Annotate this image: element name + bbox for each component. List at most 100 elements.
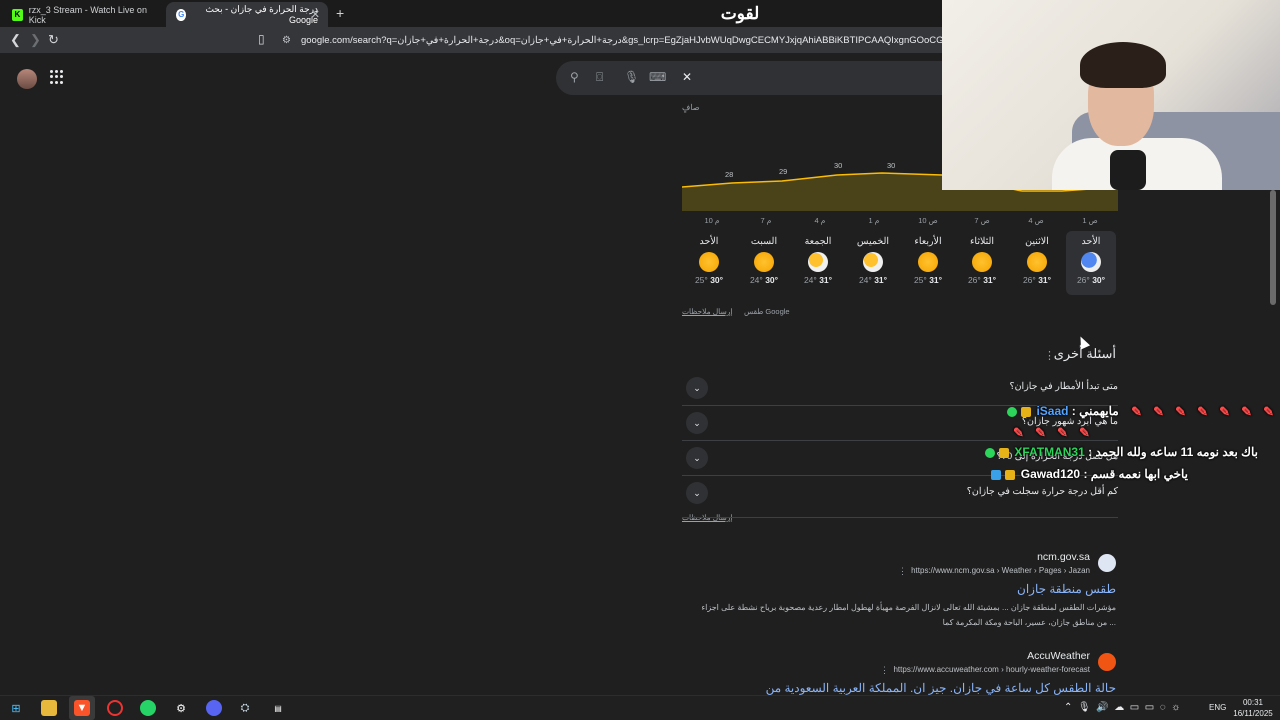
chat-username[interactable]: XFATMAN31 <box>1014 445 1084 459</box>
emote-icon: ✎ <box>1079 425 1090 440</box>
result-title-link[interactable]: حالة الطقس كل ساعة في جازان. جيز ان. الم… <box>766 681 1116 695</box>
address-url: google.com/search?q=درجة+الحرارة+في+جازا… <box>300 34 942 46</box>
emote-icon: ✎ <box>1153 404 1164 419</box>
feedback-link[interactable]: إرسال ملاحظات <box>682 307 732 316</box>
whatsapp-icon[interactable] <box>140 700 156 716</box>
paa-question[interactable]: كم أقل درجة حرارة سجلت في جازان؟ ⌄ <box>682 476 1118 511</box>
chart-temp-label: 28 <box>725 170 734 179</box>
hour-label: 1 ص <box>1082 216 1098 225</box>
chat-username[interactable]: iSaad <box>1036 404 1068 418</box>
day-name: الأربعاء <box>914 236 942 247</box>
forecast-day[interactable]: الاثنين 26° 31° <box>1012 231 1062 295</box>
apps-grid-icon[interactable] <box>50 70 64 84</box>
new-tab-button[interactable]: + <box>336 5 344 21</box>
forecast-day[interactable]: الخميس 24° 31° <box>848 231 898 295</box>
avatar[interactable] <box>17 69 37 89</box>
file-explorer-icon[interactable] <box>41 700 57 716</box>
mic-icon[interactable]: 🎙 <box>624 70 639 84</box>
forward-icon[interactable]: ❯ <box>30 32 41 48</box>
ncm-favicon <box>1098 554 1116 572</box>
accuweather-favicon <box>1098 653 1116 671</box>
forecast-day-selected[interactable]: الأحد 26° 30° <box>1066 231 1116 295</box>
chat-text: ياخي ابها نعمه قسم <box>1090 467 1188 481</box>
day-temps: 26° 30° <box>1076 275 1106 285</box>
day-temps: 26° 31° <box>967 275 997 285</box>
emote-icon: ✎ <box>1131 404 1142 419</box>
result-title-link[interactable]: طقس منطقة جازان <box>1017 582 1116 596</box>
sun-icon <box>699 252 719 272</box>
paa-question[interactable]: متى تبدأ الأمطار في جازان؟ ⌄ <box>682 371 1118 406</box>
webcam-overlay <box>942 0 1280 190</box>
weather-source-link[interactable]: طقس Google <box>744 307 790 316</box>
steam-icon[interactable]: ⛭ <box>237 700 253 716</box>
close-icon[interactable]: ✕ <box>311 8 320 21</box>
hour-label: 7 ص <box>974 216 990 225</box>
emote-icon: ✎ <box>1197 404 1208 419</box>
obs-icon[interactable] <box>107 700 123 716</box>
bookmark-icon[interactable]: ▯ <box>258 32 265 46</box>
result-url[interactable]: https://www.accuweather.com › hourly-wea… <box>893 665 1090 674</box>
emote-icon: ✎ <box>1219 404 1230 419</box>
clear-icon[interactable]: ✕ <box>682 70 692 84</box>
paa-question-text: متى تبدأ الأمطار في جازان؟ <box>1009 381 1118 392</box>
forecast-day[interactable]: الثلاثاء 26° 31° <box>957 231 1007 295</box>
chat-message: ✎✎✎✎✎✎✎ مايهمني : iSaad <box>1005 404 1276 420</box>
chat-username[interactable]: Gawad120 <box>1021 467 1080 481</box>
forecast-day[interactable]: السبت 24° 30° <box>739 231 789 295</box>
app-icon[interactable]: ▤ <box>270 700 286 716</box>
window-title: لقوت <box>720 4 760 23</box>
sun-icon <box>972 252 992 272</box>
more-options-icon[interactable]: ⋮ <box>898 566 907 577</box>
result-url[interactable]: https://www.ncm.gov.sa › Weather › Pages… <box>911 566 1090 575</box>
language-indicator[interactable]: ENG <box>1209 703 1226 712</box>
verified-icon <box>1007 407 1018 417</box>
forecast-day[interactable]: الجمعة 24° 31° <box>793 231 843 295</box>
tab-kick-stream[interactable]: K rzx_3 Stream - Watch Live on Kick <box>2 2 162 27</box>
day-name: الجمعة <box>804 236 832 247</box>
scrollbar[interactable] <box>1270 190 1276 305</box>
search-result: AccuWeather https://www.accuweather.com … <box>682 650 1118 695</box>
windows-start-icon[interactable]: ⊞ <box>8 700 24 716</box>
chevron-down-icon[interactable]: ⌄ <box>686 447 708 469</box>
hour-label: 4 م <box>814 216 826 225</box>
address-bar[interactable]: ⚙ google.com/search?q=درجة+الحرارة+في+جا… <box>282 30 942 50</box>
chat-text: باك بعد نومه 11 ساعه ولله الحمد <box>1095 445 1258 459</box>
clock-date: 16/11/2025 <box>1233 709 1273 718</box>
chevron-down-icon[interactable]: ⌄ <box>686 412 708 434</box>
chevron-down-icon[interactable]: ⌄ <box>686 482 708 504</box>
day-temps: 25° 31° <box>913 275 943 285</box>
forecast-day[interactable]: الأربعاء 25° 31° <box>903 231 953 295</box>
chat-emotes: ✎ ✎ ✎ ✎ <box>1011 425 1099 441</box>
more-options-icon[interactable]: ⋮ <box>880 665 889 676</box>
tab-label: درجة الحرارة في جازان - بحث Google <box>205 4 318 25</box>
search-input[interactable]: ⚲ ⌼ 🎙 ⌨ ✕ <box>556 61 946 95</box>
chevron-down-icon[interactable]: ⌄ <box>686 377 708 399</box>
discord-icon[interactable] <box>206 700 222 716</box>
site-info-icon[interactable]: ⚙ <box>282 35 291 46</box>
result-site-name[interactable]: ncm.gov.sa <box>1037 551 1090 563</box>
settings-icon[interactable]: ⚙ <box>173 700 189 716</box>
system-tray[interactable]: ⌃ 🎙 🔊 ☁ ▭ ▭ ◌ ☼ <box>1064 702 1180 713</box>
badge-icon <box>991 469 1002 480</box>
tab-google-search[interactable]: G درجة الحرارة في جازان - بحث Google ✕ <box>166 2 328 27</box>
microphone <box>1110 150 1146 190</box>
forecast-day[interactable]: الأحد 25° 30° <box>684 231 734 295</box>
hour-label: 1 م <box>868 216 880 225</box>
result-snippet: مؤشرات الطقس لمنطقة جازان ... بمشيئة الل… <box>701 603 1116 627</box>
brave-browser-icon[interactable]: ▼ <box>74 700 90 716</box>
lens-icon[interactable]: ⌼ <box>596 70 603 85</box>
day-name: الثلاثاء <box>969 236 995 247</box>
reload-icon[interactable]: ↻ <box>48 32 59 48</box>
thunderstorm-icon <box>1081 252 1101 272</box>
search-icon[interactable]: ⚲ <box>570 70 579 84</box>
chat-text: مايهمني <box>1079 404 1119 419</box>
day-name: الأحد <box>1081 236 1101 247</box>
clock[interactable]: 00:31 16/11/2025 <box>1230 697 1276 719</box>
keyboard-icon[interactable]: ⌨ <box>649 70 666 84</box>
badge-icon <box>1021 407 1032 417</box>
sun-icon <box>1027 252 1047 272</box>
sun-icon <box>754 252 774 272</box>
result-site-name[interactable]: AccuWeather <box>1027 650 1090 662</box>
hour-label: 10 ص <box>918 216 938 225</box>
back-icon[interactable]: ❮ <box>10 32 21 48</box>
